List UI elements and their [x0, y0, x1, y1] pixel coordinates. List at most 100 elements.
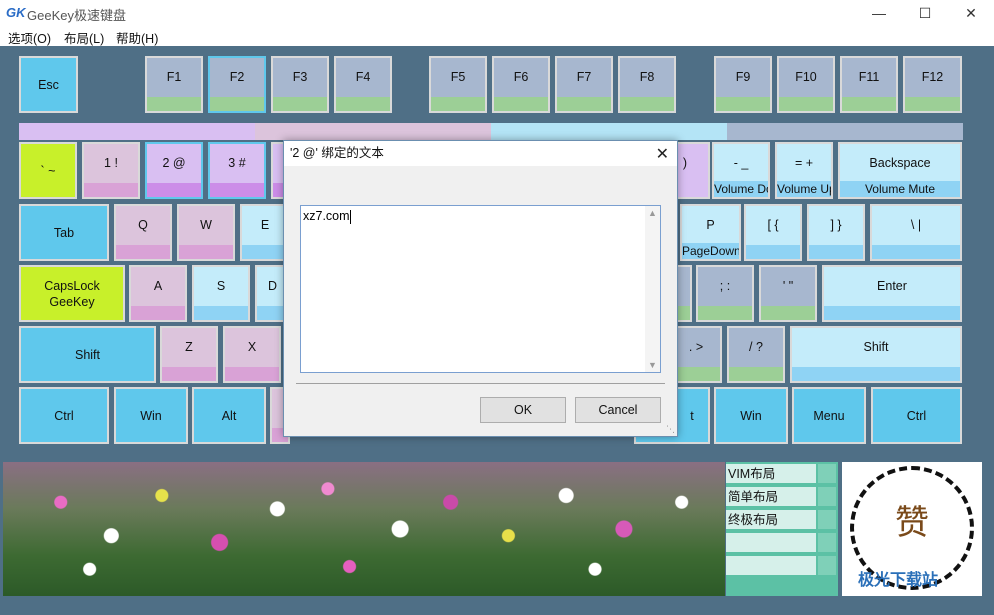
key-s[interactable]: S [192, 265, 250, 322]
key-f6[interactable]: F6 [492, 56, 550, 113]
key-right-shift[interactable]: Shift [790, 326, 962, 383]
key-bar [147, 183, 201, 197]
key-1[interactable]: 1 ! [82, 142, 140, 199]
key-equals[interactable]: = + Volume Up [775, 142, 833, 199]
key-right-win[interactable]: Win [714, 387, 788, 444]
key-bar [242, 245, 288, 259]
key-2[interactable]: 2 @ [145, 142, 203, 199]
key-f7[interactable]: F7 [555, 56, 613, 113]
layout-swatch [818, 464, 836, 485]
key-3[interactable]: 3 # [208, 142, 266, 199]
key-f3[interactable]: F3 [271, 56, 329, 113]
dialog-title: '2 @' 绑定的文本 [284, 141, 677, 166]
layout-list: VIM布局 简单布局 终极布局 [726, 462, 838, 596]
bound-text-input[interactable]: xz7.com ▲ ▼ [300, 205, 661, 373]
menu-layout[interactable]: 布局(L) [64, 28, 104, 47]
layout-item-ultimate[interactable]: 终极布局 [726, 510, 816, 531]
key-bar [273, 97, 327, 111]
key-f2[interactable]: F2 [208, 56, 266, 113]
key-bar [716, 97, 770, 111]
dialog-close-icon[interactable]: ✕ [656, 144, 669, 164]
layout-item-simple[interactable]: 简单布局 [726, 487, 816, 508]
key-semicolon[interactable]: ; : [696, 265, 754, 322]
close-button[interactable]: ✕ [948, 0, 994, 26]
key-left-alt[interactable]: Alt [192, 387, 266, 444]
key-tab[interactable]: Tab [19, 204, 109, 261]
key-f9[interactable]: F9 [714, 56, 772, 113]
key-bar [557, 97, 611, 111]
window-title: GeeKey极速键盘 [27, 8, 126, 23]
menu-help[interactable]: 帮助(H) [116, 28, 158, 47]
key-f10[interactable]: F10 [777, 56, 835, 113]
key-left-win[interactable]: Win [114, 387, 188, 444]
key-quote[interactable]: ' " [759, 265, 817, 322]
key-left-shift[interactable]: Shift [19, 326, 156, 383]
color-strip-blue [491, 123, 727, 140]
key-bar [336, 97, 390, 111]
key-f12[interactable]: F12 [903, 56, 962, 113]
scroll-down-icon[interactable]: ▼ [648, 360, 657, 370]
key-bar [905, 97, 960, 111]
key-bar [116, 245, 170, 259]
key-minus[interactable]: - _Volume Down [712, 142, 770, 199]
layout-item-vim[interactable]: VIM布局 [726, 464, 816, 485]
resize-grip-icon[interactable]: ⋱ [666, 424, 675, 435]
key-backslash[interactable]: \ | [870, 204, 962, 261]
key-backspace[interactable]: Backspace Volume Mute [838, 142, 962, 199]
key-bar [147, 97, 201, 111]
key-bar [179, 245, 233, 259]
key-f5[interactable]: F5 [429, 56, 487, 113]
cancel-button[interactable]: Cancel [575, 397, 661, 423]
key-menu[interactable]: Menu [792, 387, 866, 444]
key-w[interactable]: W [177, 204, 235, 261]
layout-item-empty[interactable] [726, 556, 816, 577]
key-f8[interactable]: F8 [618, 56, 676, 113]
bottom-panel: VIM布局 简单布局 终极布局 赞 极光下载站 [0, 458, 994, 615]
layout-swatch [818, 510, 836, 531]
key-esc[interactable]: Esc [19, 56, 78, 113]
key-enter[interactable]: Enter [822, 265, 962, 322]
color-strip-purple [19, 123, 255, 140]
key-right-ctrl[interactable]: Ctrl [871, 387, 962, 444]
minimize-button[interactable]: — [856, 0, 902, 26]
key-a[interactable]: A [129, 265, 187, 322]
color-strip-pink [255, 123, 491, 140]
key-f1[interactable]: F1 [145, 56, 203, 113]
key-bar [210, 183, 264, 197]
maximize-button[interactable]: ☐ [902, 0, 948, 26]
key-bar [210, 97, 264, 111]
title-bar: GK GeeKey极速键盘 — ☐ ✕ [0, 0, 994, 26]
key-slash[interactable]: / ? [727, 326, 785, 383]
bind-text-dialog: '2 @' 绑定的文本 ✕ xz7.com ▲ ▼ OK Cancel ⋱ [283, 140, 678, 437]
textbox-scrollbar[interactable]: ▲ ▼ [645, 206, 660, 372]
key-bar [225, 367, 279, 381]
layout-item-empty[interactable] [726, 533, 816, 554]
key-bar [729, 367, 783, 381]
bound-text-value: xz7.com [303, 209, 350, 223]
key-bar [431, 97, 485, 111]
key-q[interactable]: Q [114, 204, 172, 261]
ok-button[interactable]: OK [480, 397, 566, 423]
key-bar [746, 245, 800, 259]
key-f11[interactable]: F11 [840, 56, 898, 113]
color-strip-gray [727, 123, 963, 140]
key-left-ctrl[interactable]: Ctrl [19, 387, 109, 444]
key-x[interactable]: X [223, 326, 281, 383]
scroll-up-icon[interactable]: ▲ [648, 208, 657, 218]
key-capslock[interactable]: CapsLock GeeKey [19, 265, 125, 322]
key-f4[interactable]: F4 [334, 56, 392, 113]
key-bar [162, 367, 216, 381]
layout-swatch [818, 487, 836, 508]
key-bar [792, 367, 960, 381]
menu-options[interactable]: 选项(O) [8, 28, 51, 47]
key-p[interactable]: P PageDown [680, 204, 741, 261]
key-rbracket[interactable]: ] } [807, 204, 865, 261]
key-bar [698, 306, 752, 320]
key-bar [672, 367, 720, 381]
geekey-logo-icon: GK [6, 5, 26, 20]
key-bar [809, 245, 863, 259]
key-bar [761, 306, 815, 320]
key-lbracket[interactable]: [ { [744, 204, 802, 261]
key-backtick[interactable]: ` ~ [19, 142, 77, 199]
key-z[interactable]: Z [160, 326, 218, 383]
